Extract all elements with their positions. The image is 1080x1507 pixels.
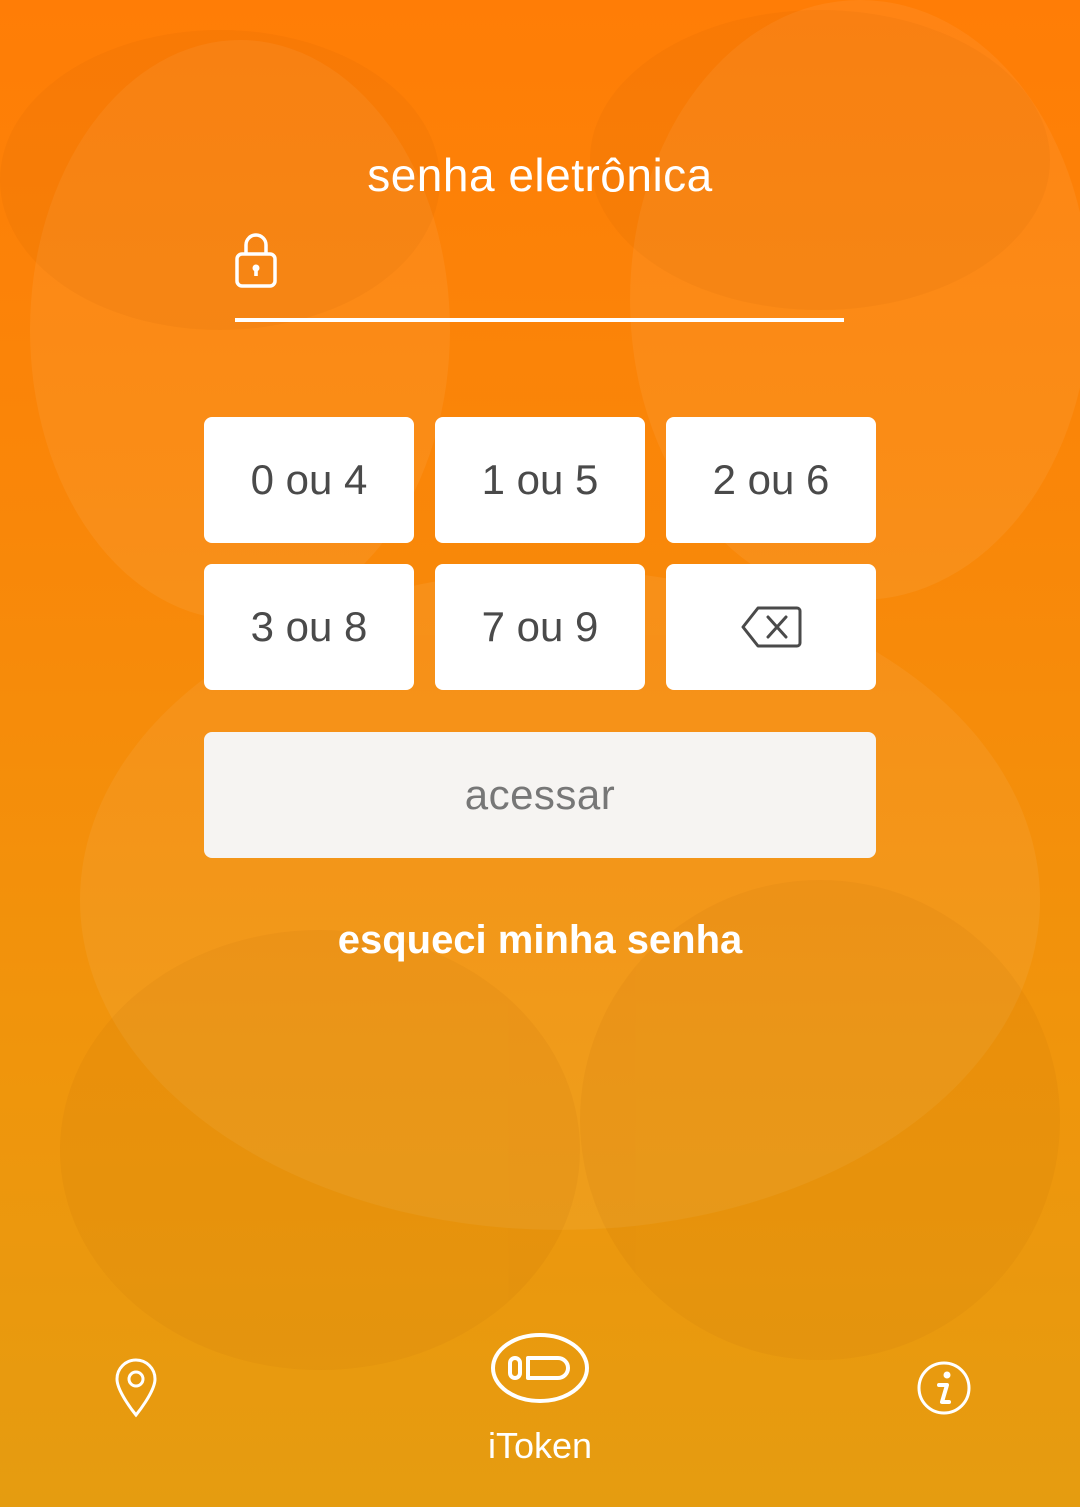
key-0-or-4[interactable]: 0 ou 4 bbox=[204, 417, 414, 543]
keypad: 0 ou 4 1 ou 5 2 ou 6 3 ou 8 7 ou 9 bbox=[204, 417, 876, 690]
forgot-password-link[interactable]: esqueci minha senha bbox=[0, 918, 1080, 963]
location-button[interactable] bbox=[112, 1358, 160, 1418]
map-pin-icon bbox=[115, 1358, 157, 1418]
token-icon bbox=[491, 1333, 589, 1403]
access-button[interactable]: acessar bbox=[204, 732, 876, 858]
key-2-or-6[interactable]: 2 ou 6 bbox=[666, 417, 876, 543]
page-title: senha eletrônica bbox=[367, 149, 713, 201]
password-field[interactable] bbox=[235, 220, 844, 322]
key-1-or-5[interactable]: 1 ou 5 bbox=[435, 417, 645, 543]
info-icon bbox=[917, 1361, 971, 1415]
lock-icon bbox=[235, 228, 277, 290]
backspace-icon bbox=[741, 606, 802, 648]
itoken-button[interactable]: iToken bbox=[440, 1325, 640, 1475]
info-button[interactable] bbox=[916, 1360, 972, 1416]
key-3-or-8[interactable]: 3 ou 8 bbox=[204, 564, 414, 690]
key-7-or-9[interactable]: 7 ou 9 bbox=[435, 564, 645, 690]
backspace-button[interactable] bbox=[666, 564, 876, 690]
itoken-label: iToken bbox=[487, 1425, 593, 1466]
